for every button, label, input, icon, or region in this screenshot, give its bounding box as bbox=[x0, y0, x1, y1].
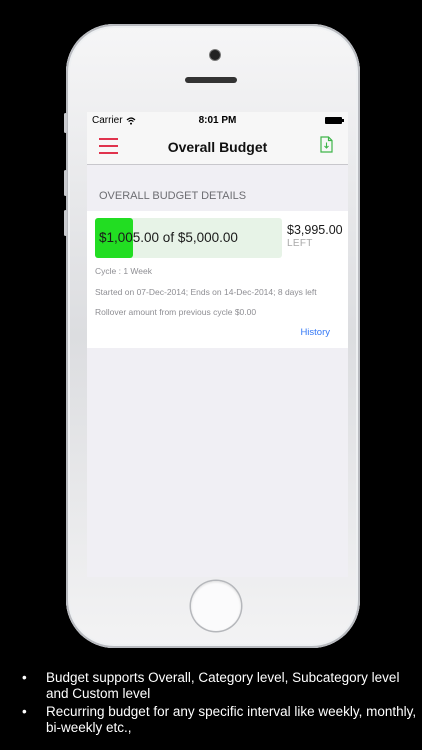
status-time: 8:01 PM bbox=[198, 115, 237, 126]
caption-item: • Budget supports Overall, Category leve… bbox=[22, 670, 417, 702]
caption-text: Budget supports Overall, Category level,… bbox=[46, 670, 400, 701]
history-link[interactable]: History bbox=[300, 327, 330, 338]
bullet-icon: • bbox=[22, 704, 27, 719]
bullet-icon: • bbox=[22, 670, 27, 685]
front-camera bbox=[210, 50, 220, 60]
speaker-grille bbox=[185, 77, 237, 83]
left-label: LEFT bbox=[287, 238, 313, 249]
page-title: Overall Budget bbox=[167, 139, 268, 155]
caption-text: Recurring budget for any specific interv… bbox=[46, 704, 417, 735]
navigation-bar: Overall Budget bbox=[87, 130, 348, 165]
battery-icon bbox=[325, 117, 344, 124]
app-screen: Carrier 8:01 PM Overall Budget OVERALL B… bbox=[87, 112, 348, 577]
caption-item: • Recurring budget for any specific inte… bbox=[22, 704, 417, 736]
progress-text: $1,005.00 of $5,000.00 bbox=[99, 230, 238, 245]
budget-progress-bar: $1,005.00 of $5,000.00 bbox=[95, 218, 282, 258]
cycle-text: Cycle : 1 Week bbox=[95, 266, 153, 276]
mute-switch bbox=[64, 113, 67, 133]
home-button[interactable] bbox=[191, 581, 241, 631]
budget-card[interactable]: $1,005.00 of $5,000.00 $3,995.00 LEFT Cy… bbox=[87, 211, 348, 348]
status-bar: Carrier 8:01 PM bbox=[87, 112, 348, 130]
volume-up-button bbox=[64, 170, 67, 196]
volume-down-button bbox=[64, 210, 67, 236]
date-range-text: Started on 07-Dec-2014; Ends on 14-Dec-2… bbox=[95, 287, 317, 297]
rollover-text: Rollover amount from previous cycle $0.0… bbox=[95, 307, 257, 317]
left-amount: $3,995.00 bbox=[287, 223, 343, 237]
document-icon[interactable] bbox=[320, 136, 333, 153]
feature-captions: • Budget supports Overall, Category leve… bbox=[22, 670, 417, 738]
